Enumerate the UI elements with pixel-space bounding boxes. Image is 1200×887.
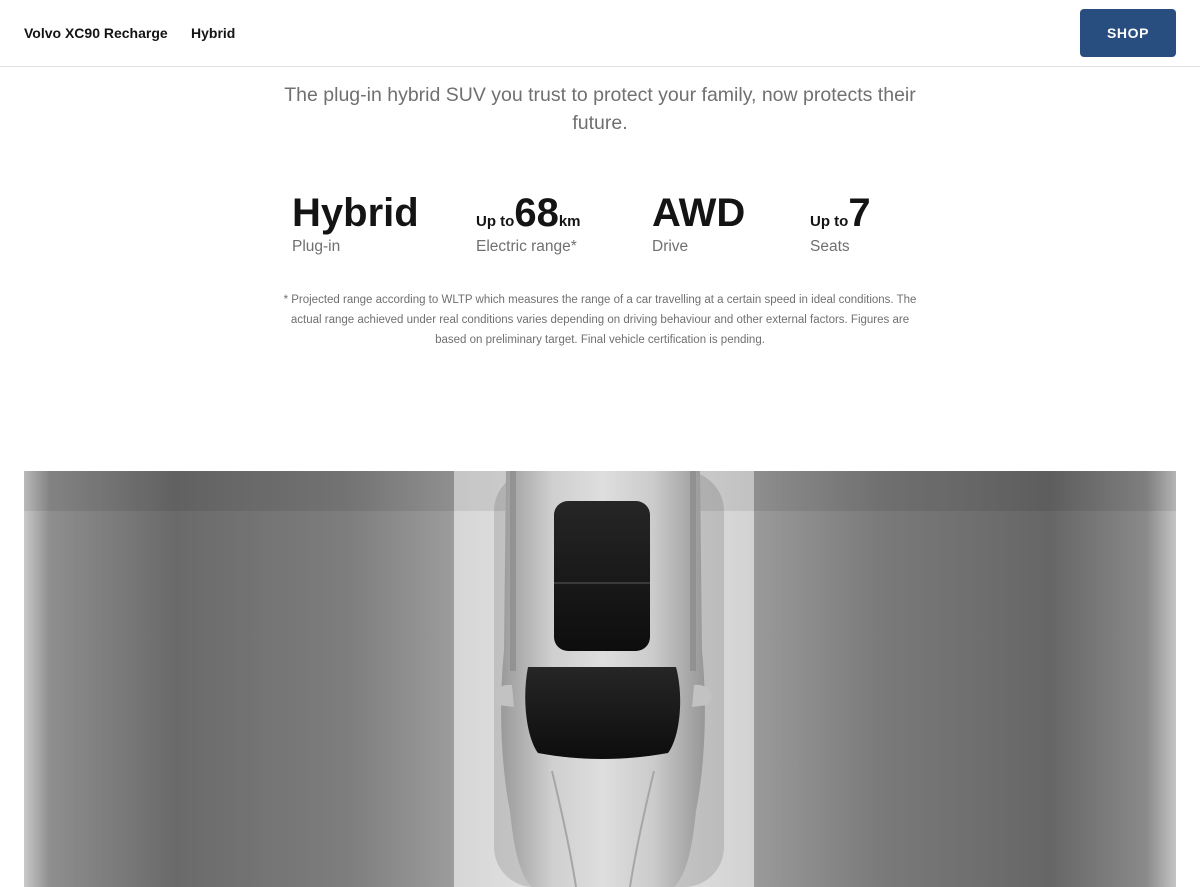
intro-text: The plug-in hybrid SUV you trust to prot… xyxy=(284,84,916,134)
spec-value: Hybrid xyxy=(292,191,419,235)
spec-label: Drive xyxy=(652,238,689,255)
hero-image-car-top-view xyxy=(24,471,1176,887)
spec-label: Plug-in xyxy=(292,238,341,255)
model-name[interactable]: Volvo XC90 Recharge xyxy=(24,25,168,41)
top-navigation-bar: Volvo XC90 Recharge Hybrid SHOP xyxy=(0,0,1200,67)
spec-electric-range: Up to 68 km Electric range* xyxy=(476,188,581,256)
range-footnote: * Projected range according to WLTP whic… xyxy=(283,294,917,346)
spec-drive: AWD Drive xyxy=(652,188,745,256)
spec-powertrain: Hybrid Plug-in xyxy=(292,188,419,256)
spec-value: 7 xyxy=(848,191,871,235)
spec-prefix: Up to xyxy=(810,213,849,230)
spec-label: Electric range* xyxy=(476,238,577,255)
shop-button[interactable]: SHOP xyxy=(1080,9,1176,57)
spec-prefix: Up to xyxy=(476,213,515,230)
nav-link-hybrid[interactable]: Hybrid xyxy=(191,25,235,41)
spec-label: Seats xyxy=(810,238,850,255)
spec-seats: Up to 7 Seats xyxy=(810,188,871,256)
spec-value: AWD xyxy=(652,191,746,235)
spec-unit: km xyxy=(558,213,581,230)
spec-value: 68 xyxy=(514,191,559,235)
